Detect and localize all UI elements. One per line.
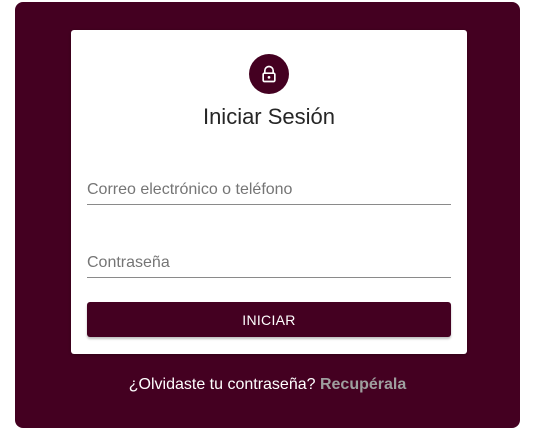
lock-avatar bbox=[249, 54, 289, 94]
recover-password-link[interactable]: Recupérala bbox=[320, 376, 406, 393]
login-button[interactable]: INICIAR bbox=[87, 302, 451, 337]
password-field[interactable] bbox=[87, 248, 451, 278]
email-field[interactable] bbox=[87, 175, 451, 205]
page-title: Iniciar Sesión bbox=[202, 104, 336, 129]
forgot-password-row: ¿Olvidaste tu contraseña? Recupérala bbox=[15, 376, 520, 394]
login-card: Iniciar Sesión INICIAR bbox=[71, 30, 467, 354]
lock-icon bbox=[262, 65, 276, 83]
forgot-password-text: ¿Olvidaste tu contraseña? bbox=[128, 376, 316, 393]
